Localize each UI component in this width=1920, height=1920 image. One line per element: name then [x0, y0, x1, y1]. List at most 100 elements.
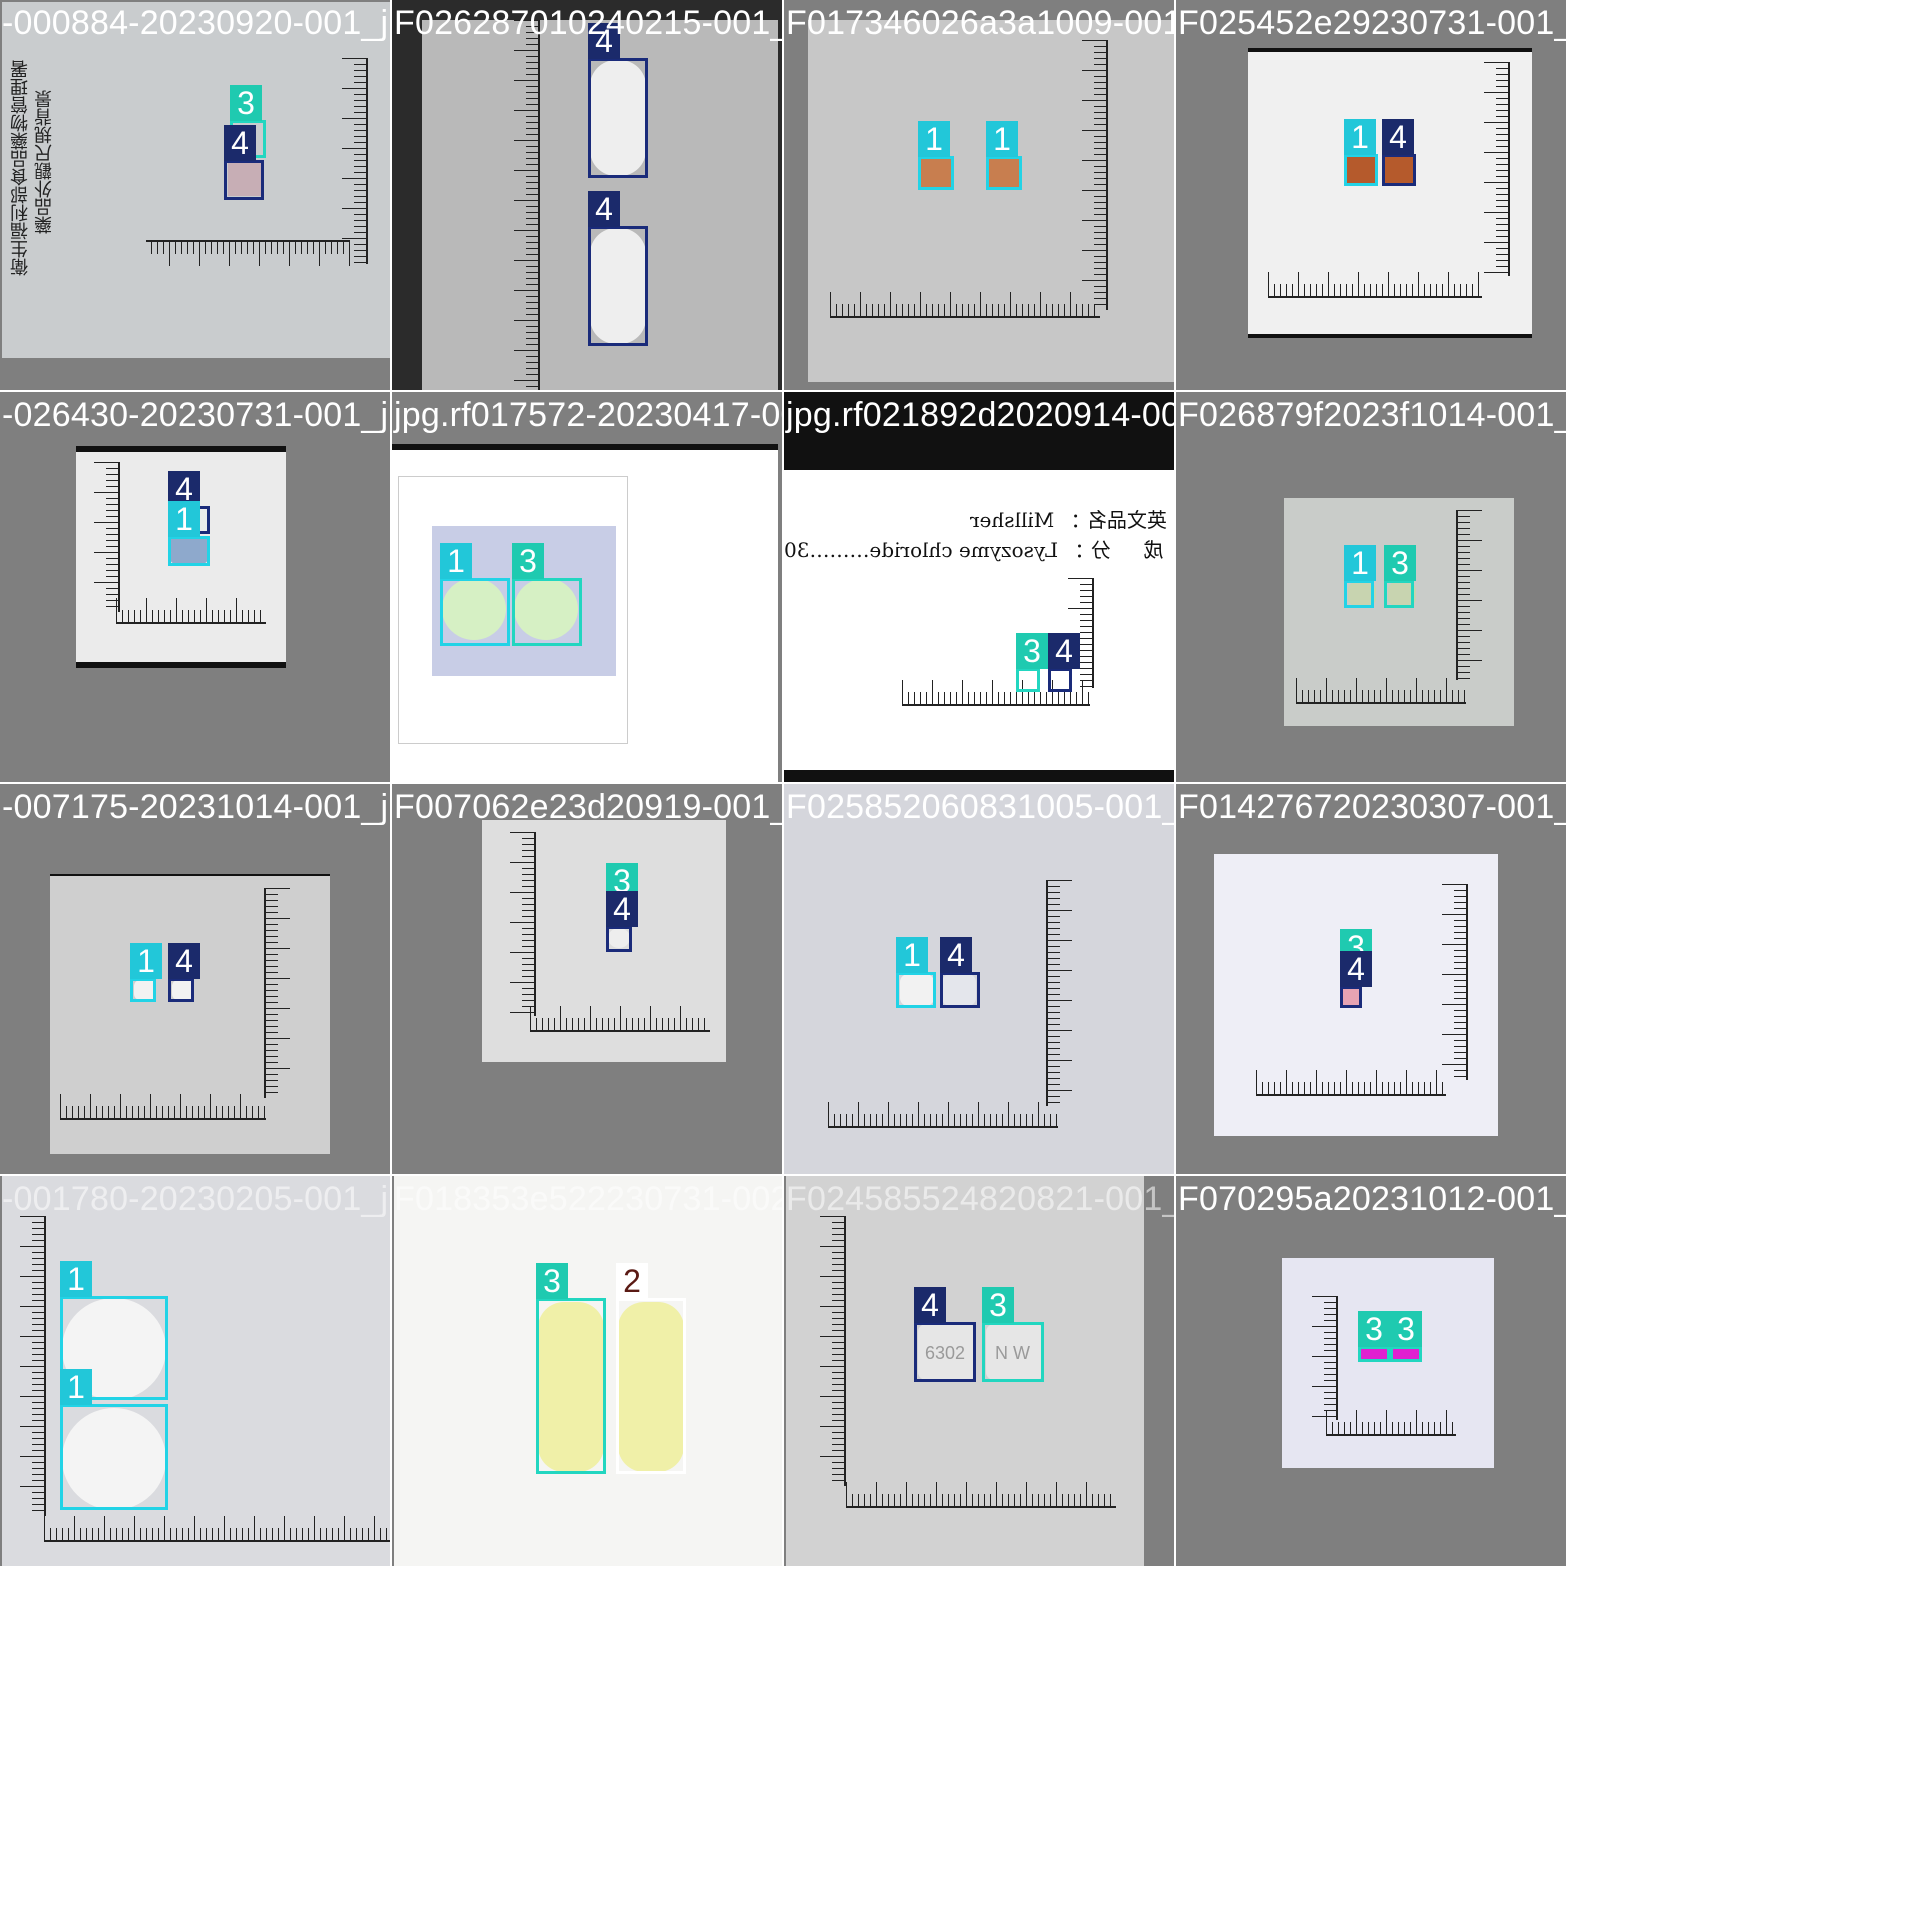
tile-11: 1 4 F025852060831005-001_jpg.rf [784, 784, 1174, 1174]
detection-box: 1 [168, 501, 210, 566]
detection-label: 1 [168, 501, 200, 537]
detection-box: 4 [1048, 633, 1080, 692]
detection-label: 4 [224, 125, 256, 161]
ruler-vertical [818, 1216, 846, 1486]
tile-10: 3 4 F007062e23d20919-001_jpg.rf [392, 784, 782, 1174]
detection-box: 1 [130, 943, 162, 1002]
detection-box: 1 [986, 121, 1022, 190]
tile-16: 3 3 F070295a20231012-001_jpg.rf [1176, 1176, 1566, 1566]
detection-label: 1 [918, 121, 950, 157]
detection-label: 3 [1384, 545, 1416, 581]
filename-label: F070295a20231012-001_jpg.rf [1178, 1180, 1566, 1218]
tile-14: 3 2 F018353e522230731-002_jpg.rf [392, 1176, 782, 1566]
detection-label: 3 [1016, 633, 1048, 669]
tile-1: 衛生福利部食品藥物管理署 藥品外觀尺規背景 3 4 -000884-202309… [0, 0, 390, 390]
header-text: 藥品外觀尺規背景 [34, 90, 55, 234]
detection-box: 1 [918, 121, 954, 190]
detection-label: 1 [986, 121, 1018, 157]
detection-label: 4 [1382, 119, 1414, 155]
ruler-vertical [1482, 62, 1510, 276]
filename-label: F007062e23d20919-001_jpg.rf [394, 788, 782, 826]
filename-label: -007175-20231014-001_jpg.rf [2, 788, 390, 826]
label-text: 成 分 ： Lysozyme chloride………30 [784, 538, 1164, 562]
detection-label: 1 [1344, 119, 1376, 155]
detection-box: 1 [440, 543, 510, 646]
detection-box: 3 [1016, 633, 1048, 692]
detection-label: 4 [588, 191, 620, 227]
photo [2, 2, 390, 358]
detection-label: 3 [512, 543, 544, 579]
filename-label: F026879f2023f1014-001_jpg.rf [1178, 396, 1566, 434]
ruler-horizontal [830, 290, 1100, 318]
detection-label: 4 [914, 1287, 946, 1323]
detection-box: 4 [588, 191, 648, 346]
detection-box: N W 3 [982, 1287, 1044, 1382]
ruler-horizontal [846, 1480, 1116, 1508]
detection-box: 4 [606, 891, 638, 952]
detection-box: 3 [536, 1263, 606, 1474]
detection-box: 3 [1358, 1311, 1390, 1362]
imprint-text: 6302 [925, 1343, 966, 1363]
detection-box: 4 [168, 943, 200, 1002]
ruler-vertical [512, 20, 540, 390]
ruler-vertical [1046, 880, 1074, 1106]
tile-9: 1 4 -007175-20231014-001_jpg.rf [0, 784, 390, 1174]
filename-label: F017346026a3a1009-001_jpg.rf [786, 4, 1174, 42]
tile-6: 1 3 jpg.rf017572-20230417-001-2-_jpg.rf [392, 392, 782, 782]
detection-box: 4 [224, 125, 264, 200]
detection-box: 4 [588, 23, 648, 178]
ruler-vertical [1080, 40, 1108, 310]
tile-13: 1 1 -001780-20230205-001_jpg.rf [0, 1176, 390, 1566]
detection-box: 4 [940, 937, 980, 1008]
detection-label: 4 [1048, 633, 1080, 669]
detection-label: 1 [130, 943, 162, 979]
detection-label: 4 [940, 937, 972, 973]
ruler-vertical [18, 1216, 46, 1516]
ruler-horizontal [1268, 270, 1482, 298]
ruler-horizontal [530, 1004, 710, 1032]
ruler-horizontal [1256, 1068, 1446, 1096]
tile-7: 英文品名 ： Millsher 成 分 ： Lysozyme chloride…… [784, 392, 1174, 782]
detection-mosaic: 衛生福利部食品藥物管理署 藥品外觀尺規背景 3 4 -000884-202309… [0, 0, 1920, 1920]
tile-4: 1 4 F025452e29230731-001_jpg.rf [1176, 0, 1566, 390]
filename-label: jpg.rf017572-20230417-001-2-_jpg.rf [394, 396, 782, 434]
tile-15: 6302 4 N W 3 F024585524820821-001_jpg.rf [784, 1176, 1174, 1566]
tile-3: 1 1 F017346026a3a1009-001_jpg.rf [784, 0, 1174, 390]
ruler-horizontal [146, 240, 350, 268]
detection-label: 1 [60, 1369, 92, 1405]
detection-box: 3 [512, 543, 582, 646]
ruler-vertical [1440, 884, 1468, 1080]
detection-label: 1 [440, 543, 472, 579]
filename-label: -001780-20230205-001_jpg.rf [2, 1180, 390, 1218]
detection-box: 2 [616, 1263, 686, 1474]
label-text: 英文品名 ： Millsher [970, 508, 1167, 532]
ruler-horizontal [1326, 1408, 1456, 1436]
detection-box: 1 [896, 937, 936, 1008]
ruler-horizontal [44, 1514, 390, 1542]
ruler-vertical [264, 888, 292, 1098]
detection-box: 3 [1384, 545, 1416, 608]
ruler-vertical [1456, 510, 1484, 680]
detection-label: 1 [896, 937, 928, 973]
ruler-horizontal [116, 596, 266, 624]
tile-8: 1 3 F026879f2023f1014-001_jpg.rf [1176, 392, 1566, 782]
filename-label: F024585524820821-001_jpg.rf [786, 1180, 1174, 1218]
filename-label: F018353e522230731-002_jpg.rf [394, 1180, 782, 1218]
detection-label: 3 [536, 1263, 568, 1299]
detection-box: 4 [1382, 119, 1416, 186]
detection-label: 1 [1344, 545, 1376, 581]
tile-5: 4 1 -026430-20230731-001_jpeg.rf [0, 392, 390, 782]
detection-label: 4 [168, 943, 200, 979]
ruler-horizontal [828, 1100, 1058, 1128]
filename-label: -000884-20230920-001_jpg.rf [2, 4, 390, 42]
imprint-text: N W [995, 1343, 1030, 1363]
header-text: 衛生福利部食品藥物管理署 [10, 60, 31, 276]
photo [784, 770, 1174, 782]
detection-label: 1 [60, 1261, 92, 1297]
ruler-horizontal [60, 1092, 266, 1120]
detection-box: 1 [1344, 119, 1378, 186]
detection-label: 3 [982, 1287, 1014, 1323]
detection-box: 3 [1390, 1311, 1422, 1362]
filename-label: jpg.rf021892d2020914-001_jpg.rf [786, 396, 1174, 434]
detection-box: 1 [1344, 545, 1376, 608]
